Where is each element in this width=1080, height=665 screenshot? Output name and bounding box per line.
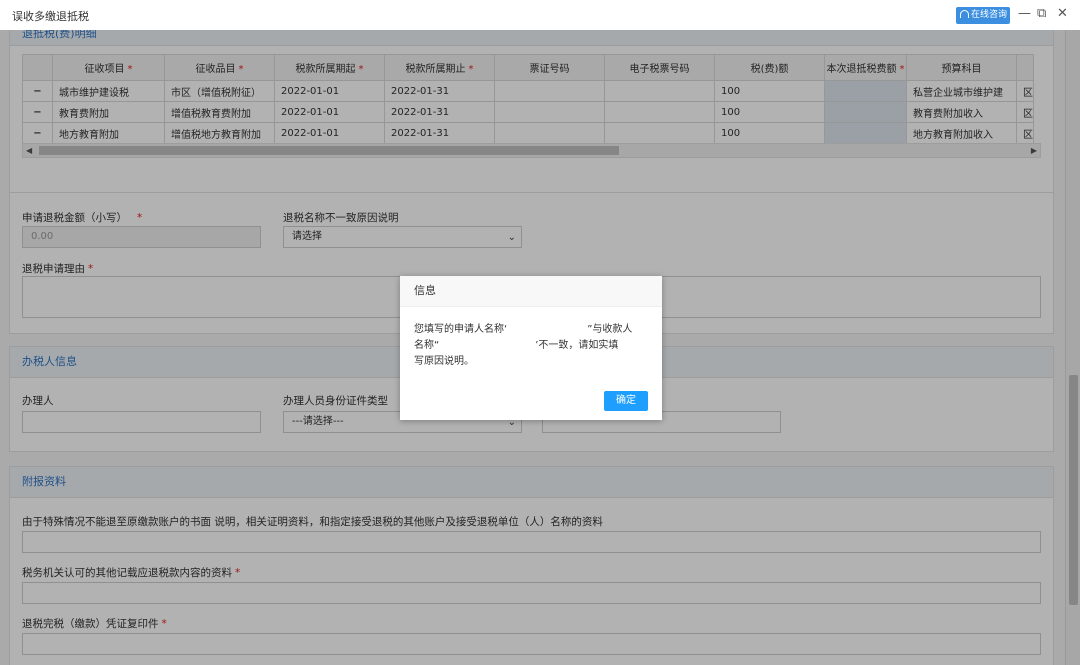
- online-consult-label: 在线咨询: [971, 10, 1008, 20]
- headset-icon: [960, 10, 969, 18]
- dialog-message-line2: 名称“ ’不一致，请如实填: [414, 340, 619, 351]
- dialog-title: 信息: [400, 276, 662, 307]
- maximize-icon[interactable]: ⧉: [1037, 6, 1046, 21]
- dialog-message-line1: 您填写的申请人名称‘ ”与收款人: [414, 324, 633, 335]
- close-icon[interactable]: ✕: [1057, 6, 1068, 21]
- dialog-message-line3: 写原因说明。: [414, 356, 474, 367]
- window-title: 误收多缴退抵税: [12, 10, 89, 23]
- ok-button[interactable]: 确定: [604, 391, 648, 411]
- dialog-message: 您填写的申请人名称‘ ”与收款人 名称“ ’不一致，请如实填 写原因说明。: [414, 322, 650, 370]
- minimize-icon[interactable]: —: [1018, 6, 1031, 21]
- online-consult-button[interactable]: 在线咨询: [956, 7, 1010, 24]
- info-dialog: 信息 您填写的申请人名称‘ ”与收款人 名称“ ’不一致，请如实填 写原因说明。 确…: [400, 276, 662, 420]
- window-titlebar: 误收多缴退抵税 在线咨询 — ⧉ ✕: [0, 0, 1080, 31]
